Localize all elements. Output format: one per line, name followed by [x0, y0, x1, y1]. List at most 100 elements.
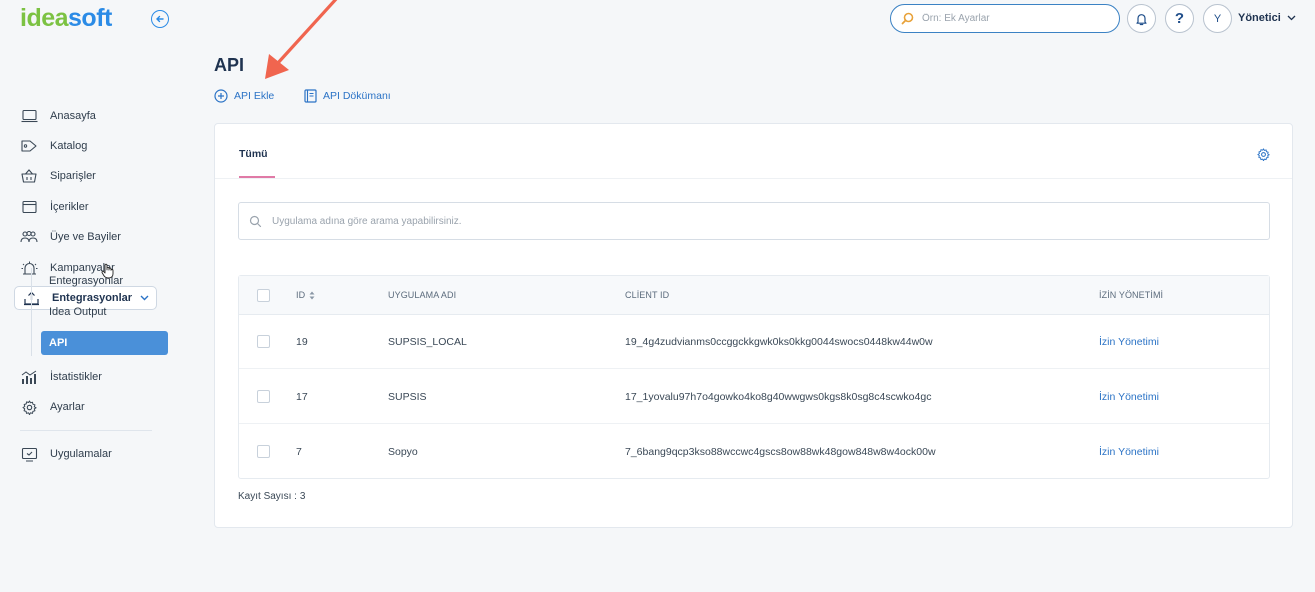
pointer-cursor-icon [101, 263, 114, 279]
logo-part-soft: soft [68, 3, 112, 32]
sidebar-item-label: İçerikler [50, 201, 89, 213]
annotation-arrow [265, 0, 338, 79]
sidebar-item-uye-ve-bayiler[interactable]: Üye ve Bayiler [20, 225, 121, 249]
cell-id: 19 [296, 336, 308, 348]
sidebar-collapse-button[interactable] [151, 10, 169, 28]
api-table: ID UYGULAMA ADI CLİENT ID İZİN YÖNETİMİ … [238, 275, 1270, 479]
subnav-item-idea-output[interactable]: Idea Output [49, 302, 107, 322]
gear-icon [1257, 148, 1270, 161]
notifications-button[interactable] [1127, 4, 1156, 33]
logo-text: ideasoft [20, 4, 112, 33]
sidebar-item-siparisler[interactable]: Siparişler [20, 164, 96, 188]
select-all-checkbox[interactable] [257, 289, 270, 302]
document-icon [304, 89, 317, 103]
tag-icon [20, 137, 38, 155]
laptop-icon [20, 107, 38, 125]
sidebar-item-icerikler[interactable]: İçerikler [20, 195, 89, 219]
sidebar-item-label: Üye ve Bayiler [50, 231, 121, 243]
api-docs-button[interactable]: API Dökümanı [304, 89, 391, 103]
column-header-app-name: UYGULAMA ADI [388, 290, 456, 300]
sidebar-item-anasayfa[interactable]: Anasayfa [20, 104, 96, 128]
global-search-input[interactable] [922, 13, 1102, 24]
column-header-id[interactable]: ID [296, 290, 315, 300]
sidebar-divider [20, 430, 152, 431]
table-row: 19 SUPSIS_LOCAL 19_4g4zudvianms0ccggckkg… [239, 315, 1269, 369]
chevron-down-icon [140, 295, 149, 301]
global-search[interactable] [890, 4, 1120, 33]
sidebar-item-label: İstatistikler [50, 371, 102, 383]
user-menu[interactable]: Yönetici [1238, 12, 1296, 24]
record-count-value: 3 [299, 491, 306, 502]
column-header-label: UYGULAMA ADI [388, 290, 457, 300]
users-icon [20, 228, 38, 246]
search-icon [249, 215, 262, 227]
sidebar-item-label: Katalog [50, 140, 88, 152]
cell-app-name: SUPSIS [388, 391, 427, 403]
page-title: API [214, 55, 245, 75]
cell-id: 7 [296, 446, 302, 458]
permission-management-link[interactable]: İzin Yönetimi [1099, 391, 1159, 403]
subnav-item-label: Idea Output [49, 306, 107, 318]
basket-icon [20, 167, 38, 185]
add-api-button[interactable]: API Ekle [214, 89, 274, 103]
app-search-input[interactable] [272, 215, 1222, 227]
tab-active-indicator [239, 176, 275, 178]
arrow-left-icon [156, 15, 164, 23]
bell-icon [1136, 13, 1147, 25]
column-header-permissions: İZİN YÖNETİMİ [1099, 290, 1163, 300]
record-count: Kayıt Sayısı : 3 [238, 491, 305, 502]
logo-part-idea: idea [20, 3, 69, 32]
sort-icon [309, 291, 315, 299]
sidebar-item-label: Ayarlar [50, 401, 85, 413]
table-row: 7 Sopyo 7_6bang9qcp3kso88wccwc4gscs8ow88… [239, 425, 1269, 479]
chevron-down-icon [1287, 15, 1296, 21]
gear-icon [20, 398, 38, 416]
subnav-item-api[interactable]: API [41, 331, 168, 355]
sidebar-item-label: Siparişler [50, 170, 96, 182]
tabs-bar: Tümü [215, 124, 1292, 179]
window-icon [20, 198, 38, 216]
sidebar-item-ayarlar[interactable]: Ayarlar [20, 395, 85, 419]
permission-management-link[interactable]: İzin Yönetimi [1099, 446, 1159, 458]
table-settings-button[interactable] [1257, 148, 1270, 161]
table-header: ID UYGULAMA ADI CLİENT ID İZİN YÖNETİMİ [239, 276, 1269, 315]
permission-management-link[interactable]: İzin Yönetimi [1099, 336, 1159, 348]
row-checkbox[interactable] [257, 445, 270, 458]
cell-client-id: 7_6bang9qcp3kso88wccwc4gscs8ow88wk48gow8… [625, 446, 936, 458]
record-count-label: Kayıt Sayısı : [238, 491, 297, 502]
api-docs-label: API Dökümanı [323, 90, 391, 102]
plus-circle-icon [214, 89, 228, 103]
add-api-label: API Ekle [234, 90, 275, 102]
sidebar-item-label: Uygulamalar [50, 448, 112, 460]
user-name: Yönetici [1238, 12, 1281, 24]
sidebar-item-uygulamalar[interactable]: Uygulamalar [20, 442, 112, 466]
row-checkbox[interactable] [257, 390, 270, 403]
avatar-initial: Y [1213, 12, 1222, 25]
help-icon: ? [1174, 10, 1185, 27]
search-icon [901, 12, 914, 25]
cell-id: 17 [296, 391, 308, 403]
sidebar-item-label: Anasayfa [50, 110, 96, 122]
sidebar-item-katalog[interactable]: Katalog [20, 134, 87, 158]
stats-icon [20, 368, 38, 386]
api-card: Tümü ID UYGULAMA ADI CLİENT ID İZİN YÖNE… [214, 123, 1293, 528]
submenu-guide-line [31, 268, 32, 356]
app-search[interactable] [238, 202, 1270, 240]
tab-all[interactable]: Tümü [239, 148, 268, 176]
column-header-client-id: CLİENT ID [625, 290, 669, 300]
avatar[interactable]: Y [1203, 4, 1232, 33]
apps-icon [20, 445, 38, 463]
cell-client-id: 17_1yovalu97h7o4gowko4ko8g40wwgws0kgs8k0… [625, 391, 932, 403]
brand-logo[interactable]: ideasoft [20, 4, 112, 32]
column-header-label: ID [296, 290, 306, 300]
subnav-item-label: API [49, 337, 68, 349]
campaign-icon [20, 259, 38, 277]
table-row: 17 SUPSIS 17_1yovalu97h7o4gowko4ko8g40ww… [239, 370, 1269, 424]
row-checkbox[interactable] [257, 335, 270, 348]
column-header-label: CLİENT ID [625, 290, 670, 300]
sidebar-item-istatistikler[interactable]: İstatistikler [20, 365, 102, 389]
cell-client-id: 19_4g4zudvianms0ccggckkgwk0ks0kkg0044swo… [625, 336, 933, 348]
column-header-label: İZİN YÖNETİMİ [1099, 290, 1164, 300]
help-button[interactable]: ? [1165, 4, 1194, 33]
cell-app-name: Sopyo [388, 446, 418, 458]
